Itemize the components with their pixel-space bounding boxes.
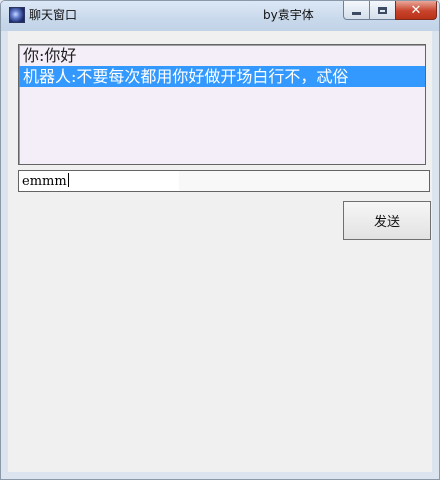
message-input-text: emmm [22, 173, 69, 189]
app-icon[interactable] [9, 7, 25, 23]
chat-message-bot[interactable]: 机器人:不要每次都用你好做开场白行不，忒俗 [19, 66, 425, 87]
close-button[interactable]: ✕ [395, 1, 437, 20]
client-area: 你:你好 机器人:不要每次都用你好做开场白行不，忒俗 emmm 发送 [8, 31, 432, 472]
chat-log[interactable]: 你:你好 机器人:不要每次都用你好做开场白行不，忒俗 [18, 44, 426, 165]
text-caret [67, 173, 69, 187]
input-value: emmm [22, 174, 67, 189]
send-button[interactable]: 发送 [343, 201, 431, 240]
window-title: 聊天窗口 [29, 8, 78, 22]
window-subtitle: by袁宇体 [263, 8, 314, 22]
chat-window: 聊天窗口 by袁宇体 ✕ 你:你好 机器人:不要每次都用你好做开场白行不，忒俗 … [0, 0, 440, 480]
maximize-button[interactable] [369, 1, 396, 20]
maximize-icon [378, 6, 387, 14]
minimize-button[interactable] [343, 1, 370, 20]
chat-message-user[interactable]: 你:你好 [19, 45, 425, 66]
close-icon: ✕ [410, 2, 422, 18]
minimize-icon [352, 11, 361, 15]
message-input[interactable]: emmm [18, 170, 430, 192]
title-bar[interactable]: 聊天窗口 by袁宇体 ✕ [1, 1, 439, 31]
